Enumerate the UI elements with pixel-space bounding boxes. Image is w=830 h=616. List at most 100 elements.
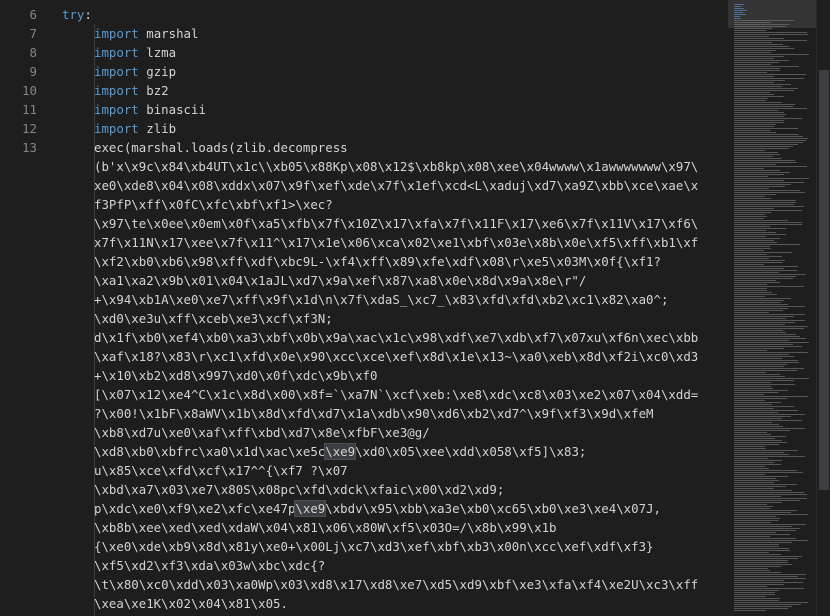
code-line-wrapped[interactable]: d\x1f\xb0\xef4\xb0\xa3\xbf\x0b\x9a\xac\x… (94, 328, 698, 347)
code-line-import[interactable]: import zlib (94, 119, 176, 138)
minimap-line (734, 284, 767, 285)
module-name: bz2 (146, 83, 169, 98)
code-line-import[interactable]: import marshal (94, 24, 198, 43)
minimap-line (734, 598, 780, 599)
code-line-wrapped[interactable]: (b'x\x9c\x84\xb4UT\x1c\\xb05\x88Kp\x08\x… (94, 157, 698, 176)
minimap-line (734, 132, 776, 133)
minimap-line (734, 386, 771, 387)
code-line-wrapped[interactable]: +\x10\xb2\xd8\x997\xd0\x0f\xdc\x9b\xf0 (94, 366, 377, 385)
minimap-line (734, 6, 741, 7)
code-line-wrapped[interactable]: [\x07\x12\xe4^C\x1c\x8d\x00\x8f=`\xa7N`\… (94, 385, 698, 404)
minimap-line (734, 514, 808, 515)
code-editor[interactable]: 6 7 8 9 10 11 12 13 try: import marshal import lz… (0, 0, 830, 616)
minimap-line (734, 46, 789, 47)
code-line-wrapped[interactable]: \xaf\x18?\x83\r\xc1\xfd\x0e\x90\xcc\xce\… (94, 347, 698, 366)
code-line-import[interactable]: import lzma (94, 43, 176, 62)
minimap-line (734, 402, 781, 403)
code-line-wrapped[interactable]: \xb8b\xee\xed\xed\xdaW\x04\x81\x06\x80W\… (94, 518, 557, 537)
minimap-line (734, 182, 804, 183)
minimap-line (734, 400, 765, 401)
code-text: \xbd\xa7\x03\xe7\x80S\x08pc\xfd\xdck\xfa… (94, 482, 505, 497)
minimap-line (734, 384, 795, 385)
minimap-line (734, 206, 804, 207)
code-line-wrapped[interactable]: xe0\xde8\x04\x08\xddx\x07\x9f\xef\xde\x7… (94, 176, 698, 195)
code-line-wrapped[interactable]: \xbd\xa7\x03\xe7\x80S\x08pc\xfd\xdck\xfa… (94, 480, 504, 499)
code-line-wrapped[interactable]: \xb8\xd7u\xe0\xaf\xff\xbd\xd7\x8e\xfbF\x… (94, 423, 430, 442)
code-line-wrapped[interactable]: \xf2\xb0\xb6\x98\xff\xdf\xbc9L-\xf4\xff\… (94, 252, 661, 271)
selection-highlight: \xe9 (294, 500, 327, 517)
module-name: marshal (146, 26, 199, 41)
minimap-line (734, 542, 792, 543)
minimap-line (734, 230, 766, 231)
vertical-scrollbar[interactable] (816, 0, 830, 616)
code-line-wrapped[interactable]: \xea\xe1K\x02\x04\x81\x05. (94, 594, 288, 613)
code-line-wrapped[interactable]: \xa1\xa2\x9b\x01\x04\x1aJL\xd7\x9a\xef\x… (94, 271, 586, 290)
minimap-line (734, 426, 783, 427)
minimap-line (734, 578, 806, 579)
minimap-line (734, 148, 789, 149)
scrollbar-thumb[interactable] (819, 70, 829, 490)
code-area[interactable]: try: import marshal import lzma import gzip… (44, 0, 720, 616)
minimap-line (734, 194, 776, 195)
line-number: 6 (29, 7, 37, 22)
minimap-line (734, 366, 784, 367)
minimap-line (734, 326, 808, 327)
minimap-line (734, 86, 782, 87)
code-line-wrapped[interactable]: ?\x00!\x1bF\x8aWV\x1b\x8d\xfd\xd7\x1a\xd… (94, 404, 654, 423)
minimap-line (734, 556, 802, 557)
code-line-wrapped[interactable]: \x97\te\x0ee\x0em\x0f\xa5\xfb\x7f\x10Z\x… (94, 214, 698, 233)
code-text: \xd0\x05\xee\xdd\x058\xf5]\x83; (355, 444, 587, 459)
line-number: 10 (22, 83, 37, 98)
minimap[interactable] (728, 0, 816, 616)
minimap-line (734, 96, 784, 97)
code-line-import[interactable]: import gzip (94, 62, 176, 81)
minimap-line (734, 316, 794, 317)
keyword-import: import (94, 26, 139, 41)
code-text: +\x94\xb1A\xe0\xe7\xff\x9f\x1d\n\x7f\xda… (94, 292, 669, 307)
code-line-wrapped[interactable]: \xd0\xe3u\xff\xceb\xe3\xcf\xf3N; (94, 309, 333, 328)
minimap-line (734, 550, 790, 551)
code-line-wrapped[interactable]: \xd8\xb0\xbfrc\xa0\x1d\xac\xe5c\xe9\xd0\… (94, 442, 586, 461)
code-line-wrapped[interactable]: p\xdc\xe0\xf9\xe2\xfc\xe47p\xe9\xbdv\x95… (94, 499, 661, 518)
minimap-line (734, 216, 767, 217)
minimap-line (734, 502, 782, 503)
minimap-line (734, 68, 780, 69)
module-name: lzma (146, 45, 177, 60)
minimap-line (734, 8, 744, 9)
minimap-line (734, 74, 806, 75)
minimap-line (734, 198, 771, 199)
minimap-line (734, 520, 778, 521)
keyword-try: try (62, 7, 85, 22)
code-line-import[interactable]: import binascii (94, 100, 206, 119)
minimap-line (734, 62, 779, 63)
minimap-line (734, 122, 784, 123)
minimap-line (734, 478, 776, 479)
code-text: \xea\xe1K\x02\x04\x81\x05. (94, 596, 288, 611)
minimap-line (734, 332, 786, 333)
minimap-line (734, 174, 784, 175)
minimap-line (734, 298, 791, 299)
code-line-wrapped[interactable]: x7f\x11N\x17\xee\x7f\x11^\x17\x1e\x06\xc… (94, 233, 698, 252)
minimap-line (734, 338, 806, 339)
minimap-line (734, 418, 782, 419)
code-line-try[interactable]: try: (62, 5, 92, 24)
minimap-line (734, 342, 809, 343)
minimap-line (734, 490, 792, 491)
code-line-wrapped[interactable]: f3PfP\xff\x0fC\xfc\xbf\xf1>\xec? (94, 195, 333, 214)
code-line-wrapped[interactable]: {\xe0\xde\xb9\x8d\x81y\xe0+\x00Lj\xc7\xd… (94, 537, 654, 556)
minimap-line (734, 600, 779, 601)
minimap-line (734, 124, 776, 125)
code-line-exec[interactable]: exec(marshal.loads(zlib.decompress (94, 138, 348, 157)
code-line-wrapped[interactable]: u\x85\xce\xfd\xcf\x17^^{\xf7 ?\x07 (94, 461, 348, 480)
code-line-import[interactable]: import bz2 (94, 81, 169, 100)
code-line-wrapped[interactable]: \xf5\xd2\xf3\xda\x03w\xbc\xdc{? (94, 556, 325, 575)
minimap-line (734, 446, 765, 447)
code-line-wrapped[interactable]: +\x94\xb1A\xe0\xe7\xff\x9f\x1d\n\x7f\xda… (94, 290, 668, 309)
minimap-line (734, 130, 770, 131)
minimap-line (734, 512, 791, 513)
minimap-line (734, 560, 788, 561)
code-text: \xf5\xd2\xf3\xda\x03w\xbc\xdc{? (94, 558, 326, 573)
minimap-line (734, 454, 789, 455)
code-text: {\xe0\xde\xb9\x8d\x81y\xe0+\x00Lj\xc7\xd… (94, 539, 654, 554)
code-line-wrapped[interactable]: \t\x80\xc0\xdd\x03\xa0Wp\x03\xd8\x17\xd8… (94, 575, 698, 594)
